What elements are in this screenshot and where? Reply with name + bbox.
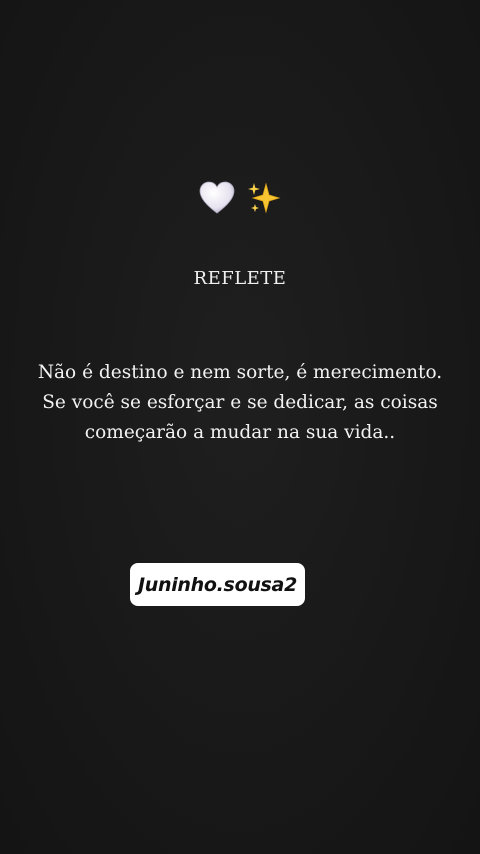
- sparkles-icon: [246, 176, 282, 216]
- emoji-row: [0, 176, 480, 216]
- white-heart-icon: [198, 176, 247, 216]
- username-tag[interactable]: Juninho.sousa2: [130, 563, 305, 606]
- quote-text: Não é destino e nem sorte, é merecimento…: [37, 362, 443, 443]
- heading-title: REFLETE: [193, 268, 287, 289]
- story-card: REFLETE Não é destino e nem sorte, é mer…: [0, 0, 480, 854]
